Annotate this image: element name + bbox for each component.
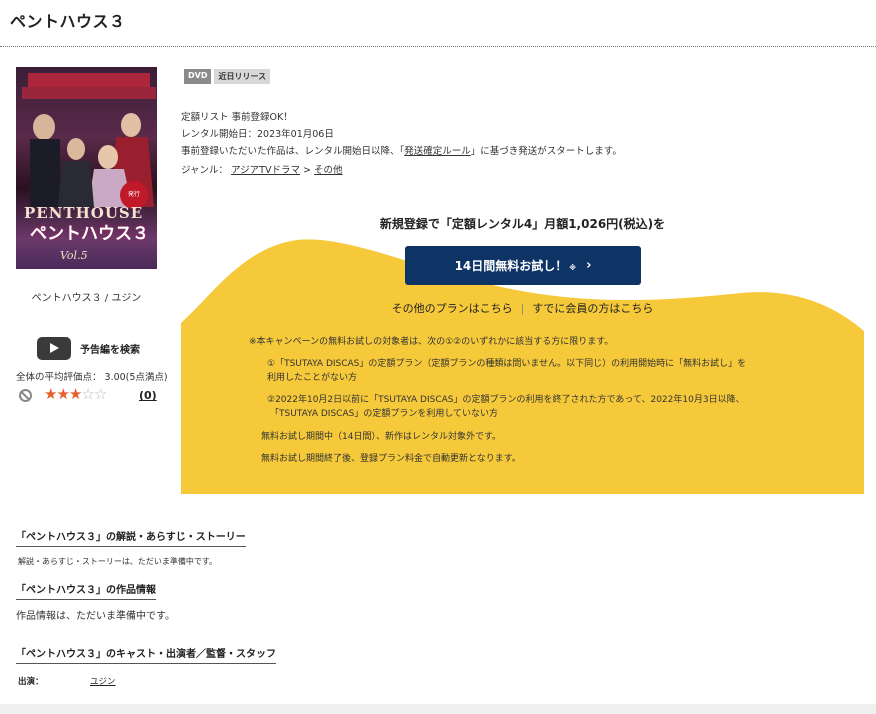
story-section-text: 解説・あらすじ・ストーリーは、ただいま準備中です。 [18,557,218,566]
genre-link-other[interactable]: その他 [314,165,343,176]
average-rating: 全体の平均評価点： 3.00(5点満点) [16,372,168,383]
promo-headline: 新規登録で「定額レンタル4」月額1,026円(税込)を [379,217,666,231]
cover-title: ペントハウス３ [30,224,149,244]
info-shipping-prefix: 事前登録いただいた作品は、レンタル開始日以降、「 [181,146,405,157]
free-trial-note: ※ [569,264,577,272]
work-info-text: 作品情報は、ただいま準備中です。 [16,611,175,622]
no-entry-icon [19,389,32,402]
campaign-note-trial-period: 無料お試し期間中（14日間）、新作はレンタル対象外です。 [261,432,502,442]
shipping-rule-link[interactable]: 発送確定ルール [404,146,471,157]
footer-bar [0,704,876,714]
campaign-note-2: ②2022年10月2日以前に「TSUTAYA DISCAS」の定額プランの利用を… [267,395,745,405]
cover-banner-top [28,73,150,87]
cast-label: 出演： [18,677,44,687]
campaign-note-auto-renew: 無料お試し期間終了後、登録プラン料金で自動更新となります。 [261,454,521,464]
format-tags: DVD 近日リリース [184,69,271,84]
trailer-search[interactable]: 予告編を検索 [37,337,140,360]
campaign-note-1: ①「TSUTAYA DISCAS」の定額プラン（定額プランの種類は問いません。以… [267,359,747,369]
cover-caption: ペントハウス３ / ユジン [31,293,142,304]
play-icon[interactable] [37,337,71,360]
free-trial-label[interactable]: 14日間無料お試し！ [455,257,568,274]
review-count-link[interactable]: (0) [139,389,157,402]
story-section-heading: 「ペントハウス３」の解説・あらすじ・ストーリー [16,528,246,547]
info-shipping-suffix: 」に基づき発送がスタートします。 [470,146,622,157]
star-empty-icon: ☆ [93,385,107,403]
star-filled-icon: ★ [44,385,57,403]
campaign-note-1-cont: 利用したことがない方 [267,373,358,383]
genre-link-asian-tv[interactable]: アジアTVドラマ [231,165,300,176]
other-plans-link[interactable]: その他のプランはこちら [392,302,513,315]
campaign-note-intro: ※本キャンペーンの無料お試しの対象者は、次の①②のいずれかに該当する方に限ります… [249,337,614,347]
trailer-label[interactable]: 予告編を検索 [80,341,140,356]
campaign-note-2-cont: 「TSUTAYA DISCAS」の定額プランを利用していない方 [270,409,499,419]
existing-member-link[interactable]: すでに会員の方はこちら [532,302,653,315]
genre-label: ジャンル： [181,165,229,176]
star-filled-icon: ★ [68,385,82,403]
rating-row: ★★★☆☆ (0) [19,385,159,404]
plan-links: その他のプランはこちら | すでに会員の方はこちら [181,300,864,316]
star-empty-icon: ☆ [81,385,94,403]
info-shipping-rule: 事前登録いただいた作品は、レンタル開始日以降、「発送確定ルール」に基づき発送がス… [181,143,622,157]
star-rating: ★★★☆☆ [44,385,107,403]
cast-section-heading: 「ペントハウス３」のキャスト・出演者／監督・スタッフ [16,645,276,664]
star-filled-icon: ★ [56,385,69,403]
tag-dvd: DVD [184,69,212,84]
plan-links-separator: | [520,302,525,315]
work-info-heading: 「ペントハウス３」の作品情報 [16,581,156,600]
chevron-right-icon: › [586,258,592,273]
page-title: ペントハウス３ [10,12,126,31]
genre-arrow: > [303,165,311,176]
cast-link-yujin[interactable]: ユジン [90,675,116,687]
product-cover-image[interactable]: 発行 PENTHOUSE ペントハウス３ Vol.5 [16,67,157,269]
title-divider [0,46,876,47]
free-trial-button[interactable]: 14日間無料お試し！ ※ › [405,246,641,285]
info-release-date: レンタル開始日：2023年01月06日 [181,129,334,140]
info-genre: ジャンル： アジアTVドラマ > その他 [181,162,343,176]
cover-volume: Vol.5 [60,249,88,262]
info-list-preorder: 定額リスト 事前登録OK！ [181,112,293,123]
tag-coming-soon: 近日リリース [214,69,271,84]
